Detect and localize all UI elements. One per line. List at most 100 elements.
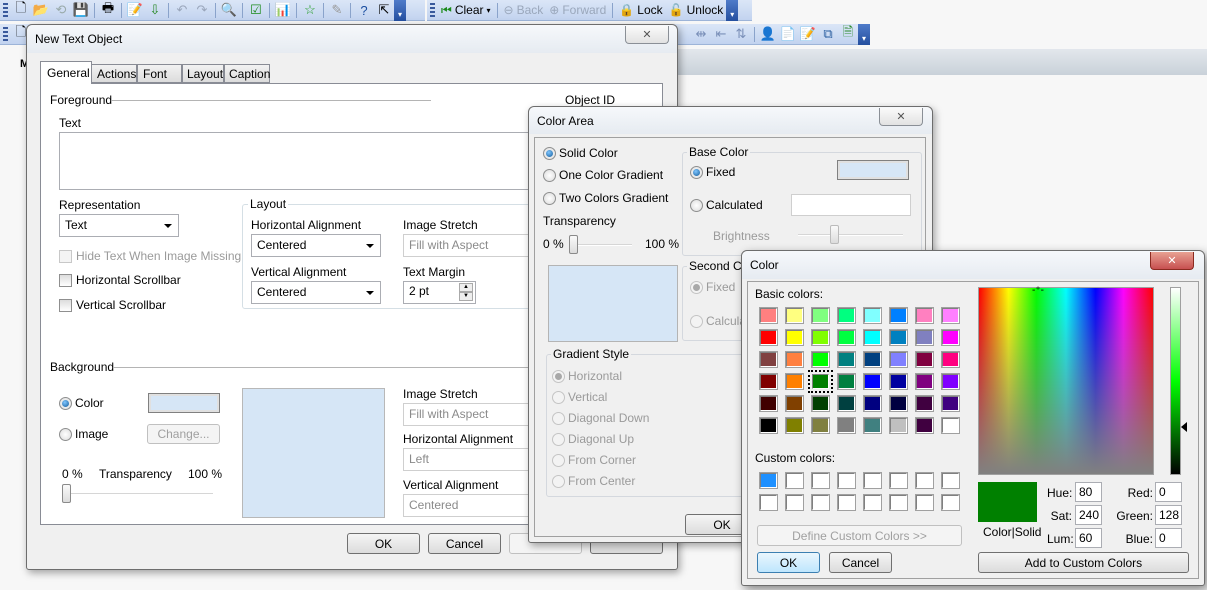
edit-icon[interactable]: ✎ xyxy=(327,0,347,20)
add-to-custom-colors-button[interactable]: Add to Custom Colors xyxy=(978,552,1189,573)
custom-color-swatch[interactable] xyxy=(889,494,908,511)
basic-color-swatch[interactable] xyxy=(785,395,804,412)
print-icon[interactable]: 🖶 xyxy=(98,0,118,20)
custom-color-swatch[interactable] xyxy=(811,472,830,489)
basic-color-swatch[interactable] xyxy=(863,351,882,368)
brightness-slider-track[interactable] xyxy=(798,234,903,236)
dialog-titlebar[interactable]: New Text Object xyxy=(27,25,677,53)
text-input[interactable] xyxy=(59,132,539,190)
gradient-style-radio[interactable] xyxy=(552,475,565,488)
custom-color-swatch[interactable] xyxy=(837,494,856,511)
custom-color-swatch[interactable] xyxy=(759,494,778,511)
gradient-style-radio[interactable] xyxy=(552,412,565,425)
custom-color-swatch[interactable] xyxy=(941,472,960,489)
green-input[interactable]: 128 xyxy=(1155,505,1182,525)
custom-color-swatch[interactable] xyxy=(863,472,882,489)
cancel-button[interactable]: Cancel xyxy=(829,552,892,573)
basic-color-swatch[interactable] xyxy=(759,417,778,434)
basic-color-swatch[interactable] xyxy=(837,417,856,434)
import-icon[interactable]: ⇩ xyxy=(145,0,165,20)
color-radio[interactable] xyxy=(59,397,72,410)
basic-color-swatch[interactable] xyxy=(785,373,804,390)
spin-up-button[interactable]: ▲ xyxy=(459,283,473,292)
tab-actions[interactable]: Actions xyxy=(91,64,137,83)
transparency-slider-thumb[interactable] xyxy=(62,484,71,503)
save-icon[interactable]: 💾 xyxy=(71,0,91,20)
custom-color-swatch[interactable] xyxy=(863,494,882,511)
blue-input[interactable]: 0 xyxy=(1155,528,1182,548)
basic-color-swatch[interactable] xyxy=(863,395,882,412)
spin-down-button[interactable]: ▼ xyxy=(459,292,473,301)
transparency-slider-thumb[interactable] xyxy=(569,235,578,254)
basic-color-swatch[interactable] xyxy=(837,351,856,368)
basic-color-swatch[interactable] xyxy=(811,329,830,346)
toolbar-overflow-button[interactable]: ▾ xyxy=(726,0,739,21)
basic-color-swatch[interactable] xyxy=(785,307,804,324)
basic-color-swatch[interactable] xyxy=(759,373,778,390)
custom-color-swatch[interactable] xyxy=(837,472,856,489)
toolbar-grip[interactable] xyxy=(430,3,435,17)
define-custom-colors-button[interactable]: Define Custom Colors >> xyxy=(757,525,962,546)
align-left-icon[interactable]: ⇤ xyxy=(711,24,731,44)
basic-color-swatch[interactable] xyxy=(759,351,778,368)
back-button[interactable]: ⊖ Back xyxy=(501,0,547,20)
gradient-style-radio[interactable] xyxy=(552,454,565,467)
one-color-gradient-radio[interactable] xyxy=(543,169,556,182)
align-distribute-icon[interactable]: ⇹ xyxy=(691,24,711,44)
custom-color-swatch[interactable] xyxy=(915,494,934,511)
image-stretch-dropdown[interactable]: Fill with Aspect xyxy=(403,234,533,257)
basic-color-swatch[interactable] xyxy=(863,307,882,324)
gradient-style-radio[interactable] xyxy=(552,433,565,446)
basic-color-swatch[interactable] xyxy=(785,417,804,434)
custom-color-swatch[interactable] xyxy=(915,472,934,489)
basic-color-swatch[interactable] xyxy=(759,395,778,412)
basic-color-swatch[interactable] xyxy=(837,395,856,412)
star-icon[interactable]: ☆ xyxy=(300,0,320,20)
base-fixed-radio[interactable] xyxy=(690,166,703,179)
basic-color-swatch[interactable] xyxy=(889,307,908,324)
basic-color-swatch[interactable] xyxy=(915,417,934,434)
basic-color-swatch[interactable] xyxy=(759,329,778,346)
basic-color-swatch[interactable] xyxy=(941,351,960,368)
basic-color-swatch[interactable] xyxy=(941,307,960,324)
unlock-button[interactable]: 🔓 Unlock xyxy=(666,0,727,20)
h-align-dropdown[interactable]: Centered xyxy=(251,234,381,257)
design-user-icon[interactable]: 👤 xyxy=(758,24,778,44)
base-color-swatch[interactable] xyxy=(837,160,909,180)
lum-input[interactable]: 60 xyxy=(1075,528,1102,548)
new-document-icon[interactable]: 🗋 xyxy=(11,0,31,20)
basic-color-swatch[interactable] xyxy=(785,351,804,368)
clear-button[interactable]: ⏮ Clear ▾ xyxy=(438,0,494,20)
tab-layout[interactable]: Layout xyxy=(182,64,224,83)
basic-color-swatch[interactable] xyxy=(837,329,856,346)
calculated-expression-field[interactable] xyxy=(791,194,911,216)
bg-v-align-dropdown[interactable]: Centered xyxy=(403,494,533,517)
tab-general[interactable]: General xyxy=(40,61,92,84)
checkmark-icon[interactable]: ☑ xyxy=(246,0,266,20)
image-radio[interactable] xyxy=(59,428,72,441)
transparency-slider-track[interactable] xyxy=(63,493,213,495)
toolbar-grip[interactable] xyxy=(3,27,8,41)
bg-image-stretch-dropdown[interactable]: Fill with Aspect xyxy=(403,403,533,426)
tab-font[interactable]: Font xyxy=(137,64,182,83)
basic-color-swatch[interactable] xyxy=(889,373,908,390)
document-web-icon[interactable]: 🗎 xyxy=(838,24,858,44)
basic-color-swatch[interactable] xyxy=(941,395,960,412)
crosshair-cursor[interactable]: -⁺- xyxy=(1032,286,1044,296)
change-image-button[interactable]: Change... xyxy=(147,424,220,444)
two-colors-gradient-radio[interactable] xyxy=(543,192,556,205)
basic-color-swatch[interactable] xyxy=(889,417,908,434)
basic-color-swatch[interactable] xyxy=(915,329,934,346)
v-align-dropdown[interactable]: Centered xyxy=(251,281,381,304)
open-folder-icon[interactable]: 📂 xyxy=(31,0,51,20)
basic-color-swatch[interactable] xyxy=(837,307,856,324)
basic-color-swatch[interactable] xyxy=(941,373,960,390)
background-color-swatch[interactable] xyxy=(148,393,220,413)
basic-color-swatch[interactable] xyxy=(915,307,934,324)
close-button[interactable]: ✕ xyxy=(1150,252,1194,270)
tab-caption[interactable]: Caption xyxy=(224,64,270,83)
luminosity-bar[interactable] xyxy=(1170,287,1181,475)
dialog-titlebar[interactable]: Color Area xyxy=(529,107,932,134)
luminosity-arrow-icon[interactable] xyxy=(1181,422,1187,432)
basic-color-swatch[interactable] xyxy=(785,329,804,346)
